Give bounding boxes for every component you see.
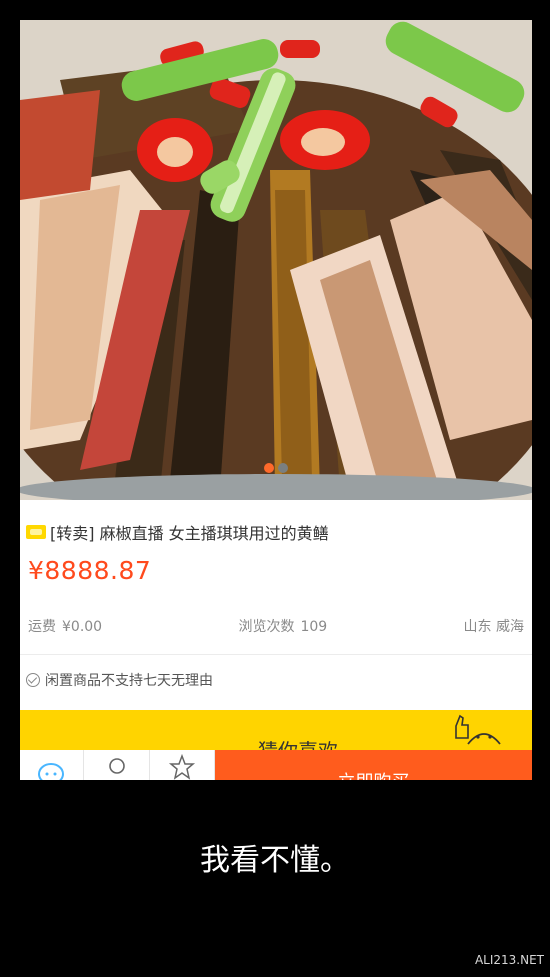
product-meta-row: 运费 ¥0.00 浏览次数 109 山东 威海 [28,616,524,636]
bottom-action-bar: 立即购买 [20,750,532,780]
carousel-dots[interactable] [20,458,532,477]
chat-bubble-icon [38,763,64,780]
return-policy-notice[interactable]: 闲置商品不支持七天无理由 [26,670,213,690]
product-image[interactable] [20,20,532,500]
guess-you-like-banner[interactable]: 猜你喜欢 [20,710,532,750]
views-info: 浏览次数 109 [238,616,327,636]
site-watermark: ALI213.NET [474,953,544,967]
divider [20,654,532,655]
mascot-icon [467,733,501,745]
guess-title: 猜你喜欢 [258,735,338,750]
phone-screenshot: [转卖] 麻椒直播 女主播琪琪用过的黄鳝 ¥8888.87 运费 ¥0.00 浏览… [20,20,532,780]
buy-now-button[interactable]: 立即购买 [215,750,532,780]
eel-dish-illustration [20,20,532,500]
check-circle-icon [26,673,40,687]
chat-tab[interactable] [20,750,84,780]
location-info: 山东 威海 [464,616,524,636]
views-label: 浏览次数 [238,619,295,635]
shipping-info: 运费 ¥0.00 [28,616,102,636]
carousel-dot[interactable] [278,463,288,473]
meme-caption: 我看不懂。 [200,843,350,878]
carousel-dot-active[interactable] [264,463,274,473]
views-value: 109 [300,619,328,635]
circle-icon [109,758,125,774]
shipping-value: ¥0.00 [62,619,103,635]
idle-fish-badge-icon [26,525,46,539]
location-text: 山东 威海 [463,619,524,635]
notice-text: 闲置商品不支持七天无理由 [45,673,213,689]
product-title-row: [转卖] 麻椒直播 女主播琪琪用过的黄鳝 [26,520,526,544]
product-title: [转卖] 麻椒直播 女主播琪琪用过的黄鳝 [50,524,329,543]
star-icon [168,753,196,780]
shipping-label: 运费 [28,619,56,635]
favorite-tab[interactable] [150,750,215,780]
product-price: ¥8888.87 [28,556,152,585]
like-tab[interactable] [84,750,150,780]
